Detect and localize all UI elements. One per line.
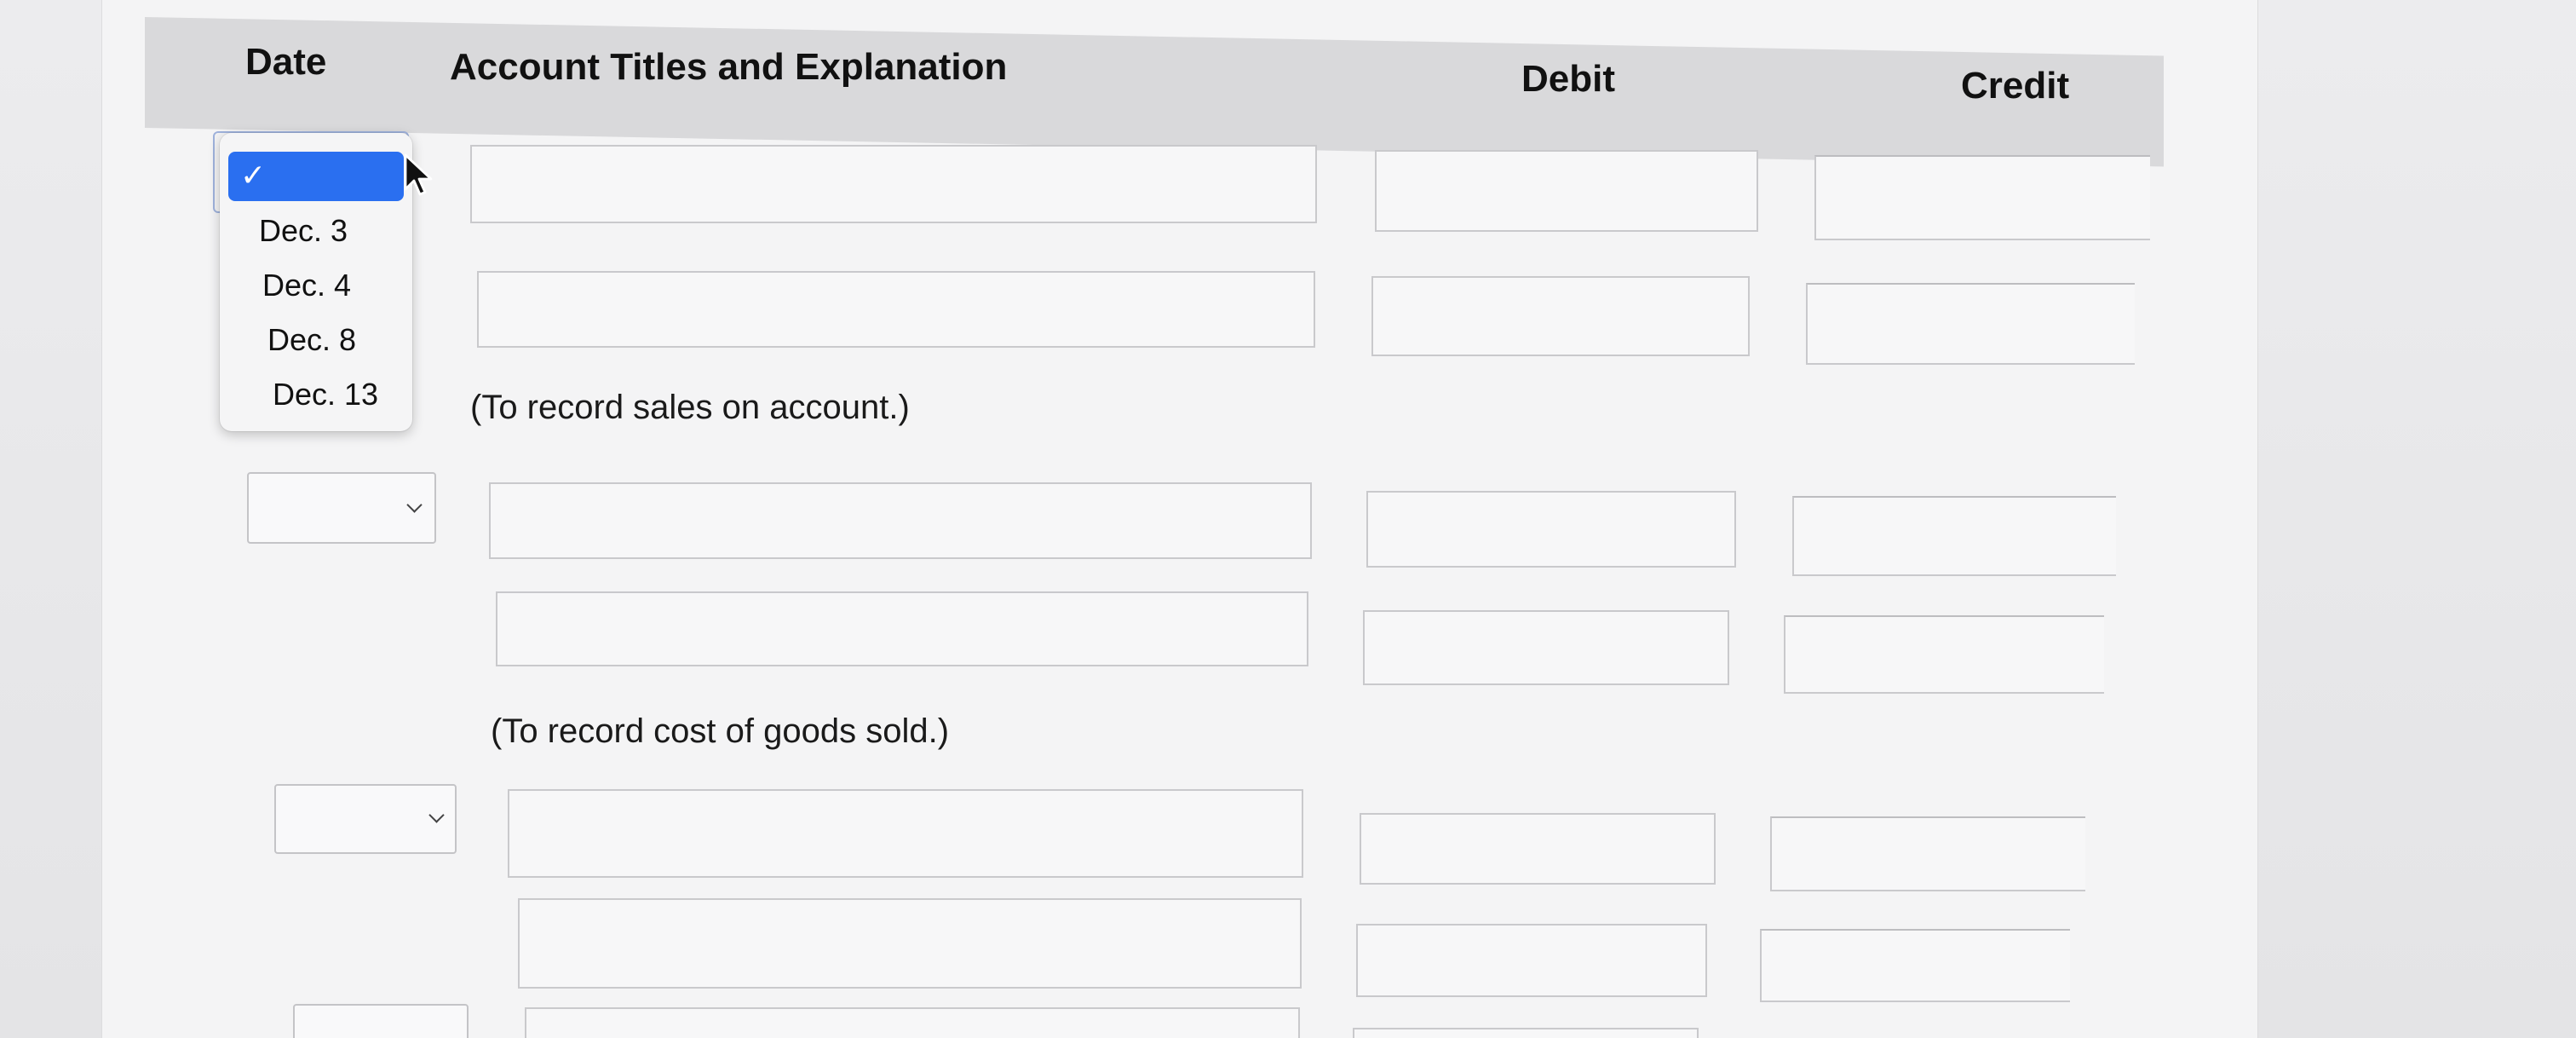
check-icon: ✓ [240, 158, 267, 193]
credit-input-3a[interactable] [1770, 816, 2085, 891]
account-input-4a[interactable] [525, 1007, 1300, 1038]
debit-input-2b[interactable] [1363, 610, 1729, 685]
debit-input-4a[interactable] [1353, 1028, 1699, 1038]
chevron-down-icon [428, 807, 445, 823]
mouse-pointer-icon [404, 153, 433, 196]
debit-input-2a[interactable] [1366, 491, 1736, 568]
date-select-2[interactable] [247, 472, 436, 544]
header-date: Date [245, 41, 327, 83]
credit-input-3b[interactable] [1760, 929, 2070, 1002]
account-input-2b[interactable] [496, 591, 1308, 666]
header-account-titles: Account Titles and Explanation [450, 46, 1008, 88]
debit-input-1a[interactable] [1375, 150, 1758, 232]
debit-input-1b[interactable] [1371, 276, 1750, 356]
date-select-3[interactable] [274, 784, 457, 854]
header-debit: Debit [1521, 58, 1615, 100]
entry-note-sales: (To record sales on account.) [470, 389, 910, 426]
header-credit: Credit [1961, 65, 2070, 107]
dropdown-option-blank-selected[interactable]: ✓ [228, 152, 404, 201]
credit-input-1b[interactable] [1806, 283, 2135, 365]
credit-input-1a[interactable] [1814, 155, 2150, 240]
credit-input-2b[interactable] [1784, 615, 2104, 694]
account-input-1a[interactable] [470, 145, 1317, 223]
account-input-2a[interactable] [489, 482, 1312, 559]
screenshot-canvas: Date Account Titles and Explanation Debi… [0, 0, 2576, 1038]
date-select-4[interactable] [293, 1004, 469, 1038]
chevron-down-icon [406, 497, 423, 513]
entry-note-cogs: (To record cost of goods sold.) [491, 712, 950, 750]
debit-input-3a[interactable] [1360, 813, 1716, 885]
dropdown-option-dec-8[interactable]: Dec. 8 [267, 322, 356, 358]
dropdown-option-dec-3[interactable]: Dec. 3 [259, 213, 348, 249]
account-input-3b[interactable] [518, 898, 1302, 989]
account-input-1b[interactable] [477, 271, 1315, 348]
debit-input-3b[interactable] [1356, 924, 1707, 997]
credit-input-2a[interactable] [1792, 496, 2116, 576]
dropdown-option-dec-13[interactable]: Dec. 13 [273, 377, 378, 412]
account-input-3a[interactable] [508, 789, 1303, 878]
date-dropdown-menu: ✓ Dec. 3 Dec. 4 Dec. 8 Dec. 13 [220, 133, 412, 431]
dropdown-option-dec-4[interactable]: Dec. 4 [262, 268, 351, 303]
